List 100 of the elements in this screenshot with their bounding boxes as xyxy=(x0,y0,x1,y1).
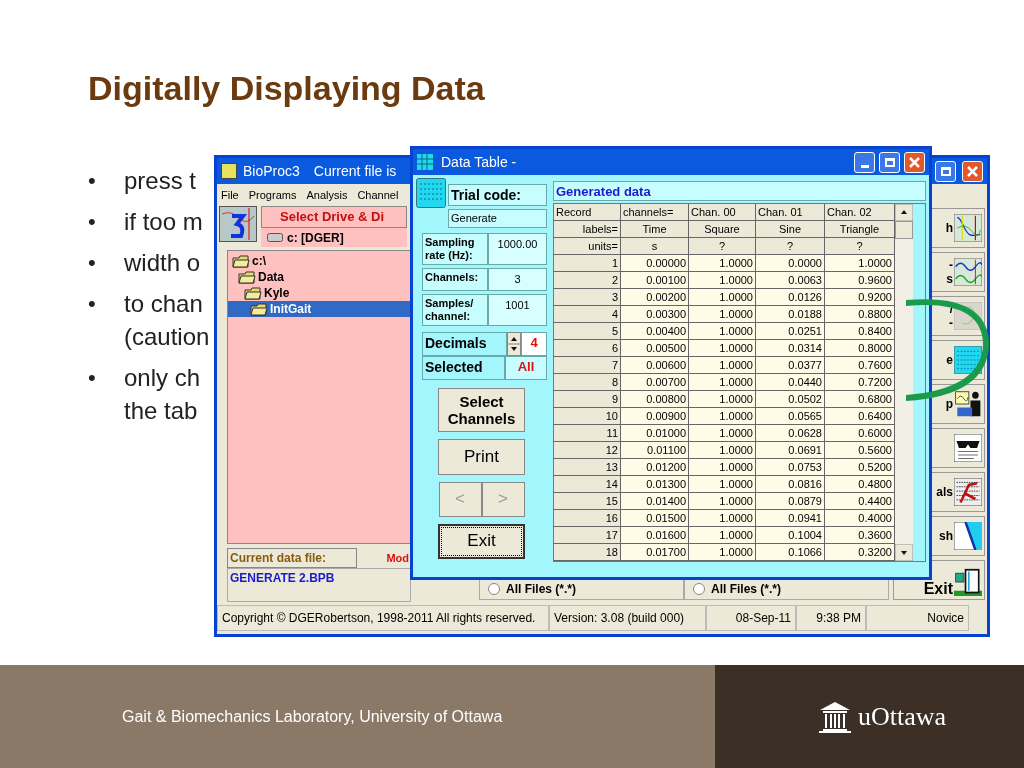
table-cell: 0.3600 xyxy=(825,527,895,544)
logo-text: uOttawa xyxy=(857,701,946,733)
field-label: Trial code: xyxy=(448,184,547,206)
menu-item[interactable]: Analysis xyxy=(306,186,348,204)
table-cell: 0.7600 xyxy=(825,357,895,374)
row-number: 3 xyxy=(554,289,621,306)
bullet-text: only ch xyxy=(124,363,201,393)
bullet-icon: • xyxy=(88,164,124,197)
table-cell: 1.0000 xyxy=(689,510,756,527)
table-cell: 0.00900 xyxy=(621,408,689,425)
table-cell: 1.0000 xyxy=(689,544,756,561)
close-button[interactable] xyxy=(962,160,983,182)
table-cell: 0.3200 xyxy=(825,544,895,561)
close-button[interactable] xyxy=(904,151,925,173)
header-cell: labels= xyxy=(554,221,621,238)
menu-item[interactable]: Channel xyxy=(357,186,399,204)
bullet-icon: • xyxy=(88,205,124,238)
header-cell: s xyxy=(621,238,689,255)
table-cell: 0.0628 xyxy=(756,425,825,442)
row-number: 12 xyxy=(554,442,621,459)
decimals-value: 4 xyxy=(521,331,547,356)
status-field: Novice xyxy=(866,605,969,631)
dialog-button[interactable]: Print xyxy=(438,438,525,475)
field-label: Channels: xyxy=(422,268,488,291)
table-cell: 1.0000 xyxy=(689,323,756,340)
row-number: 13 xyxy=(554,459,621,476)
bullet-text: if too m xyxy=(124,207,203,237)
tool-button[interactable] xyxy=(931,428,985,468)
table-cell: 1.0000 xyxy=(689,527,756,544)
bullet-text: (caution xyxy=(124,322,210,352)
table-title: Generated data xyxy=(553,181,926,201)
row-number: 16 xyxy=(554,510,621,527)
table-cell: 0.6000 xyxy=(825,425,895,442)
field-value: 1000.00 xyxy=(488,233,547,265)
button-label: - xyxy=(949,258,953,272)
bullet-icon: • xyxy=(88,361,124,427)
drive-icon xyxy=(267,233,283,242)
field-label: Decimals xyxy=(422,331,507,356)
field-label: Samples/ channel: xyxy=(422,293,488,326)
table-cell: 0.00100 xyxy=(621,272,689,289)
close-icon xyxy=(967,165,978,177)
current-file-label: Current data file: xyxy=(227,548,357,568)
slide-title: Digitally Displaying Data xyxy=(88,68,486,109)
bullet-text: to chan xyxy=(124,289,204,319)
table-cell: 0.0691 xyxy=(756,442,825,459)
spinner-icon[interactable] xyxy=(507,331,521,356)
header-cell: Record xyxy=(554,204,621,221)
table-cell: 1.0000 xyxy=(689,357,756,374)
table-cell: 0.00200 xyxy=(621,289,689,306)
button-label: sh xyxy=(939,529,953,543)
tool-button[interactable]: - s xyxy=(931,252,985,292)
bullet-icon: • xyxy=(88,246,124,279)
folder-item: Data xyxy=(228,269,410,285)
header-cell: channels= xyxy=(621,204,689,221)
field-label: Selected xyxy=(422,355,505,380)
tool-button[interactable]: h xyxy=(931,208,985,248)
table-cell: 1.0000 xyxy=(689,425,756,442)
table-cell: 0.01000 xyxy=(621,425,689,442)
window-title: Current file is xyxy=(313,161,397,181)
table-cell: 0.0063 xyxy=(756,272,825,289)
table-cell: 0.0502 xyxy=(756,391,825,408)
table-cell: 1.0000 xyxy=(689,391,756,408)
table-cell: 0.00400 xyxy=(621,323,689,340)
table-cell: 0.0251 xyxy=(756,323,825,340)
scroll-up-icon[interactable] xyxy=(895,204,913,221)
scroll-thumb[interactable] xyxy=(895,221,913,239)
table-cell: 1.0000 xyxy=(689,255,756,272)
tool-button[interactable]: sh xyxy=(931,516,985,556)
header-cell: Chan. 01 xyxy=(756,204,825,221)
tool-button[interactable]: als xyxy=(931,472,985,512)
dialog-button[interactable]: Select Channels xyxy=(438,387,525,432)
button-label: - xyxy=(949,316,953,330)
scrollbar[interactable] xyxy=(895,204,913,561)
app-icon xyxy=(221,163,237,179)
row-number: 18 xyxy=(554,544,621,561)
selected-value: All xyxy=(505,355,547,380)
exit-button[interactable]: Exit xyxy=(438,523,525,559)
row-number: 14 xyxy=(554,476,621,493)
drive-dropdown[interactable]: c: [DGER] xyxy=(261,228,407,247)
app-logo-icon[interactable] xyxy=(219,206,257,242)
menu-item[interactable]: Programs xyxy=(248,186,297,204)
table-cell: 1.0000 xyxy=(689,374,756,391)
maximize-button[interactable] xyxy=(935,160,956,182)
folder-item: Kyle xyxy=(228,285,410,301)
table-cell: 0.0188 xyxy=(756,306,825,323)
header-cell: Sine xyxy=(756,221,825,238)
bullet-text: press t xyxy=(124,166,197,196)
maximize-button[interactable] xyxy=(879,151,900,173)
window-title: BioProc3 xyxy=(243,161,300,181)
table-cell: 0.00500 xyxy=(621,340,689,357)
row-number: 6 xyxy=(554,340,621,357)
building-icon xyxy=(817,699,852,734)
trial-code-field[interactable]: Generate xyxy=(448,209,547,228)
row-number: 7 xyxy=(554,357,621,374)
header-cell: ? xyxy=(756,238,825,255)
minimize-button[interactable] xyxy=(854,151,875,173)
footer-text: Gait & Biomechanics Laboratory, University of Ottawa xyxy=(122,706,503,727)
menu-item[interactable]: File xyxy=(221,186,239,204)
mode-text: Mod xyxy=(386,550,410,566)
scroll-down-icon[interactable] xyxy=(895,544,913,561)
